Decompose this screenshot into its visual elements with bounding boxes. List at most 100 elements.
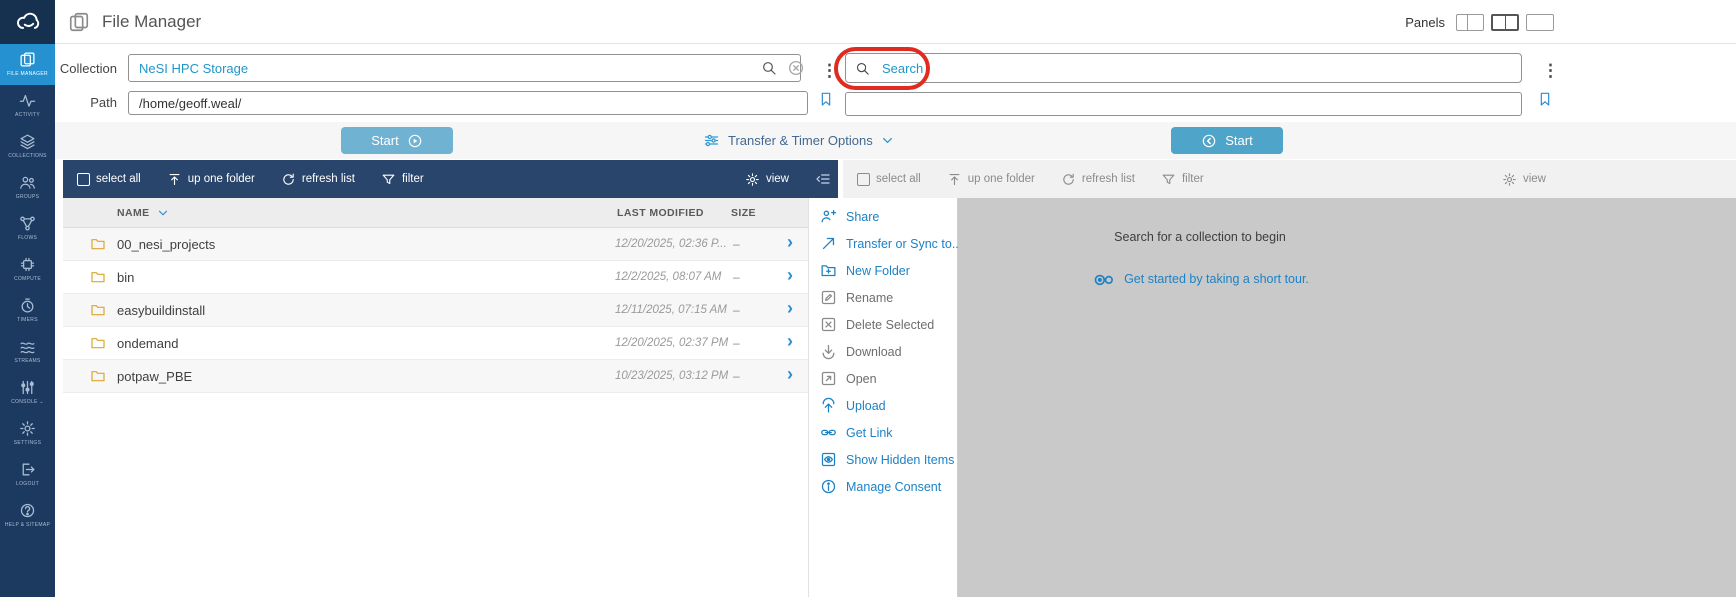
flows-icon xyxy=(19,215,36,232)
file-name[interactable]: 00_nesi_projects xyxy=(117,237,215,252)
sort-caret-icon[interactable] xyxy=(157,207,169,219)
search-icon[interactable] xyxy=(761,60,777,76)
dual-panel-button[interactable] xyxy=(1491,13,1519,31)
folder-icon xyxy=(89,269,107,285)
table-row[interactable]: ondemand 12/20/2025, 02:37 PM – › xyxy=(63,327,808,360)
sidebar-item-compute[interactable]: COMPUTE xyxy=(0,249,55,290)
transfer-timer-options[interactable]: Transfer & Timer Options xyxy=(703,122,894,159)
view-options-button[interactable]: view xyxy=(1502,172,1546,187)
file-list-header: NAME LAST MODIFIED SIZE xyxy=(63,198,808,228)
chevron-right-icon[interactable]: › xyxy=(787,265,793,286)
bookmark-icon[interactable] xyxy=(1537,89,1553,109)
action-delete[interactable]: Delete Selected xyxy=(809,311,957,338)
sidebar-item-groups[interactable]: GROUPS xyxy=(0,167,55,208)
sidebar-item-help[interactable]: HELP & SITEMAP xyxy=(0,495,55,536)
start-transfer-right-button[interactable]: Start xyxy=(1171,127,1283,154)
right-panel-menu-icon[interactable]: ⋮ xyxy=(1542,62,1559,79)
action-label: Rename xyxy=(846,290,894,305)
single-panel-button[interactable] xyxy=(1456,13,1484,31)
table-row[interactable]: bin 12/2/2025, 08:07 AM – › xyxy=(63,261,808,294)
up-one-folder-icon xyxy=(167,172,182,187)
folder-icon xyxy=(89,236,107,252)
left-file-toolbar: select all up one folder refresh list fi… xyxy=(63,160,838,198)
select-all-label: select all xyxy=(96,173,141,185)
name-column-header[interactable]: NAME xyxy=(117,207,150,219)
collections-icon xyxy=(19,133,36,150)
sidebar-item-label: TIMERS xyxy=(17,317,38,324)
bookmark-icon[interactable] xyxy=(818,89,834,109)
action-download[interactable]: Download xyxy=(809,338,957,365)
view-options-button[interactable]: view xyxy=(745,172,789,187)
select-all-control[interactable]: select all xyxy=(77,172,141,186)
new-folder-icon xyxy=(820,262,837,279)
action-manage-consent[interactable]: Manage Consent xyxy=(809,473,957,500)
collapse-panel-icon[interactable] xyxy=(814,171,832,187)
action-new-folder[interactable]: New Folder xyxy=(809,257,957,284)
sidebar-item-console[interactable]: CONSOLE ⌄ xyxy=(0,372,55,413)
refresh-list-button[interactable]: refresh list xyxy=(281,172,355,187)
search-input[interactable] xyxy=(845,53,1522,83)
settings-icon xyxy=(19,420,36,437)
collection-input[interactable] xyxy=(128,54,801,82)
size-column-header[interactable]: SIZE xyxy=(731,207,756,219)
sidebar-item-flows[interactable]: FLOWS xyxy=(0,208,55,249)
sidebar-item-activity[interactable]: ACTIVITY xyxy=(0,85,55,126)
file-name[interactable]: potpaw_PBE xyxy=(117,369,192,384)
refresh-icon xyxy=(1061,172,1076,187)
action-share[interactable]: Share xyxy=(809,203,957,230)
filter-button[interactable]: filter xyxy=(381,172,424,187)
chevron-right-icon[interactable]: › xyxy=(787,331,793,352)
modified-column-header[interactable]: LAST MODIFIED xyxy=(617,207,704,219)
action-show-hidden[interactable]: Show Hidden Items xyxy=(809,446,957,473)
file-name[interactable]: ondemand xyxy=(117,336,178,351)
sidebar-item-logout[interactable]: LOGOUT xyxy=(0,454,55,495)
action-get-link[interactable]: Get Link xyxy=(809,419,957,446)
select-all-checkbox[interactable] xyxy=(77,172,90,186)
file-name[interactable]: easybuildinstall xyxy=(117,303,205,318)
search-icon xyxy=(855,61,870,76)
wide-panel-button[interactable] xyxy=(1526,13,1554,31)
table-row[interactable]: 00_nesi_projects 12/20/2025, 02:36 P... – › xyxy=(63,228,808,261)
start-transfer-left-button[interactable]: Start xyxy=(341,127,453,154)
path-input[interactable] xyxy=(128,91,808,115)
select-all-control[interactable]: select all xyxy=(857,172,921,186)
panels-label: Panels xyxy=(1405,14,1445,30)
sidebar-item-settings[interactable]: SETTINGS xyxy=(0,413,55,454)
chevron-right-icon[interactable]: › xyxy=(787,232,793,253)
sidebar-item-timers[interactable]: TIMERS xyxy=(0,290,55,331)
clear-collection-icon[interactable] xyxy=(787,59,805,77)
top-header: File Manager Panels xyxy=(55,0,1736,44)
up-one-folder-button[interactable]: up one folder xyxy=(947,172,1035,187)
folder-icon xyxy=(89,335,107,351)
show-hidden-icon xyxy=(820,451,837,468)
file-size: – xyxy=(733,237,740,251)
file-name[interactable]: bin xyxy=(117,270,134,285)
filter-button[interactable]: filter xyxy=(1161,172,1204,187)
table-row[interactable]: easybuildinstall 12/11/2025, 07:15 AM – › xyxy=(63,294,808,327)
streams-icon xyxy=(19,338,36,355)
chevron-right-icon[interactable]: › xyxy=(787,364,793,385)
action-label: Share xyxy=(846,209,880,224)
left-panel-menu-icon[interactable]: ⋮ xyxy=(821,62,838,79)
refresh-list-button[interactable]: refresh list xyxy=(1061,172,1135,187)
action-transfer[interactable]: Transfer or Sync to... xyxy=(809,230,962,257)
file-size: – xyxy=(733,270,740,284)
file-last-modified: 12/2/2025, 08:07 AM xyxy=(615,271,722,283)
compute-icon xyxy=(19,256,36,273)
manage-consent-icon xyxy=(820,478,837,495)
right-path-input[interactable] xyxy=(845,92,1522,116)
action-open[interactable]: Open xyxy=(809,365,957,392)
sidebar-item-streams[interactable]: STREAMS xyxy=(0,331,55,372)
action-upload[interactable]: Upload xyxy=(809,392,957,419)
up-one-folder-button[interactable]: up one folder xyxy=(167,172,255,187)
sidebar-item-label: HELP & SITEMAP xyxy=(4,522,51,529)
table-row[interactable]: potpaw_PBE 10/23/2025, 03:12 PM – › xyxy=(63,360,808,393)
upload-icon xyxy=(820,397,837,414)
select-all-checkbox[interactable] xyxy=(857,172,870,186)
sidebar-item-file-manager[interactable]: FILE MANAGER xyxy=(0,44,55,85)
sidebar-item-collections[interactable]: COLLECTIONS xyxy=(0,126,55,167)
chevron-right-icon[interactable]: › xyxy=(787,298,793,319)
tour-link[interactable]: Get started by taking a short tour. xyxy=(1091,268,1309,290)
globus-logo[interactable] xyxy=(0,0,55,44)
action-rename[interactable]: Rename xyxy=(809,284,957,311)
